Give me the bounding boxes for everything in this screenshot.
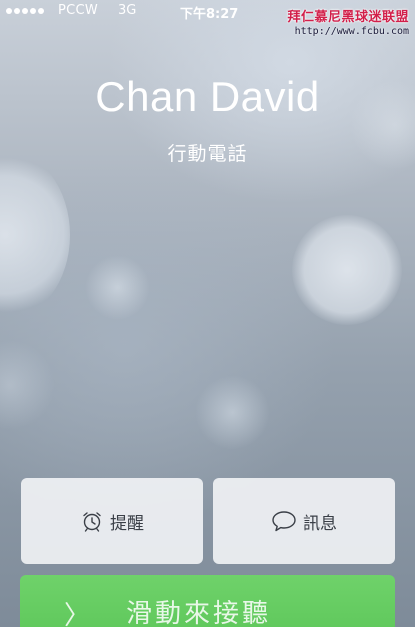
signal-dot	[6, 8, 12, 14]
message-label: 訊息	[303, 513, 337, 534]
watermark: 拜仁慕尼黑球迷联盟 http://www.fcbu.com	[287, 6, 409, 37]
watermark-url: http://www.fcbu.com	[294, 26, 409, 37]
signal-dot	[14, 8, 20, 14]
wallpaper-bokeh	[0, 150, 70, 320]
wallpaper-bokeh	[0, 340, 55, 430]
watermark-title: 拜仁慕尼黑球迷联盟	[287, 10, 409, 25]
caller-phone-type: 行動電話	[167, 143, 248, 165]
network-type: 3G	[118, 3, 137, 18]
carrier-name: PCCW	[58, 3, 99, 18]
caller-name: Chan David	[95, 73, 320, 120]
incoming-call-screen: PCCW 3G 下午8:27 拜仁慕尼黑球迷联盟 http://www.fcbu…	[0, 0, 415, 627]
remind-me-label: 提醒	[110, 513, 144, 534]
chevron-right-icon[interactable]: 〉	[64, 595, 90, 627]
message-button[interactable]: 訊息	[213, 478, 395, 564]
wallpaper-bokeh	[292, 215, 402, 325]
signal-strength-icon	[6, 8, 44, 14]
signal-dot	[30, 8, 36, 14]
remind-me-button[interactable]: 提醒	[21, 478, 203, 564]
slide-to-answer-label: 滑動來接聽	[126, 599, 272, 627]
wallpaper-bokeh	[85, 255, 150, 320]
alarm-clock-icon	[80, 509, 104, 533]
speech-bubble-icon	[271, 509, 297, 533]
wallpaper-bokeh	[195, 375, 270, 450]
status-time: 下午8:27	[180, 7, 239, 22]
signal-dot	[22, 8, 28, 14]
slide-to-answer-slider[interactable]: 〉 滑動來接聽	[20, 575, 395, 627]
signal-dot	[38, 8, 44, 14]
